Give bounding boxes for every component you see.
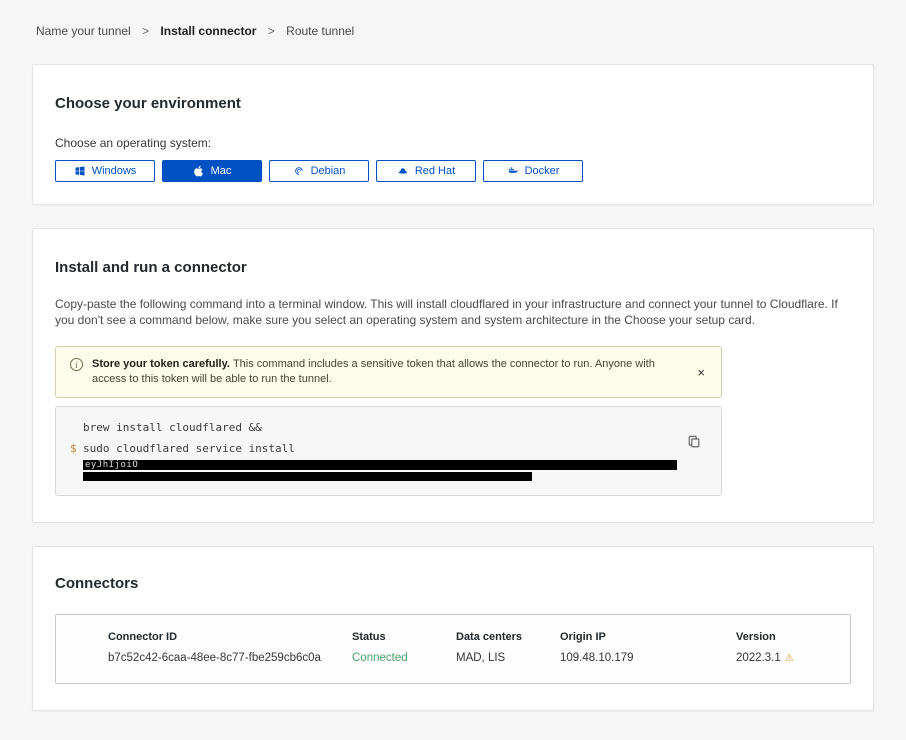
status-badge: Connected — [352, 652, 456, 664]
install-command-codeblock: brew install cloudflared && $ sudo cloud… — [55, 406, 722, 496]
connectors-table: Connector ID Status Data centers Origin … — [55, 614, 851, 684]
code-line-1: brew install cloudflared && — [56, 420, 721, 436]
warning-text: Store your token carefully.This command … — [92, 357, 684, 387]
redhat-fedora-icon — [397, 165, 409, 177]
os-button-redhat[interactable]: Red Hat — [376, 160, 476, 182]
version-cell: 2022.3.1 ⚠ — [736, 652, 850, 664]
redacted-token-line-1: eyJhIjoiO — [56, 459, 721, 470]
redaction-bar — [83, 472, 532, 481]
redaction-bar: eyJhIjoiO — [83, 460, 677, 470]
breadcrumb: Name your tunnel > Install connector > R… — [0, 0, 906, 38]
os-button-debian[interactable]: Debian — [269, 160, 369, 182]
os-button-label: Windows — [92, 165, 137, 177]
debian-swirl-icon — [293, 165, 305, 177]
os-button-docker[interactable]: Docker — [483, 160, 583, 182]
shell-prompt-icon: $ — [70, 441, 77, 457]
docker-whale-icon — [507, 165, 519, 177]
install-card: Install and run a connector Copy-paste t… — [32, 228, 874, 523]
column-header-version: Version — [736, 631, 850, 643]
table-header-row: Connector ID Status Data centers Origin … — [108, 631, 850, 643]
version-value: 2022.3.1 — [736, 652, 781, 664]
connectors-card-title: Connectors — [55, 575, 851, 592]
breadcrumb-step-route-tunnel[interactable]: Route tunnel — [286, 24, 354, 38]
apple-icon — [193, 165, 205, 177]
os-button-label: Docker — [525, 165, 560, 177]
install-card-title: Install and run a connector — [55, 259, 851, 276]
windows-icon — [74, 165, 86, 177]
os-button-mac[interactable]: Mac — [162, 160, 262, 182]
environment-card: Choose your environment Choose an operat… — [32, 64, 874, 205]
os-button-label: Red Hat — [415, 165, 455, 177]
table-row: b7c52c42-6caa-48ee-8c77-fbe259cb6c0a Con… — [108, 652, 850, 664]
install-description: Copy-paste the following command into a … — [55, 296, 851, 328]
breadcrumb-separator: > — [268, 24, 275, 38]
os-button-windows[interactable]: Windows — [55, 160, 155, 182]
breadcrumb-step-name-your-tunnel[interactable]: Name your tunnel — [36, 24, 131, 38]
info-icon: i — [70, 358, 83, 371]
os-button-label: Mac — [211, 165, 232, 177]
redacted-token-line-2 — [56, 470, 721, 481]
os-button-label: Debian — [311, 165, 346, 177]
close-warning-button[interactable]: × — [693, 366, 709, 379]
token-prefix: eyJhIjoiO — [83, 460, 138, 470]
origin-ip-cell: 109.48.10.179 — [560, 652, 736, 664]
code-text: brew install cloudflared && — [83, 421, 262, 434]
column-header-connector-id: Connector ID — [108, 631, 352, 643]
column-header-origin-ip: Origin IP — [560, 631, 736, 643]
connector-id-cell: b7c52c42-6caa-48ee-8c77-fbe259cb6c0a — [108, 652, 352, 664]
code-text: sudo cloudflared service install — [83, 442, 295, 455]
version-warning-icon: ⚠ — [785, 653, 794, 664]
environment-card-title: Choose your environment — [55, 95, 851, 112]
breadcrumb-separator: > — [142, 24, 149, 38]
copy-command-button[interactable] — [685, 433, 703, 454]
os-button-row: Windows Mac Debian Red Hat Docker — [55, 160, 851, 182]
warning-title: Store your token carefully. — [92, 358, 230, 370]
code-line-2: $ sudo cloudflared service install — [56, 441, 721, 457]
copy-icon — [687, 437, 701, 452]
column-header-status: Status — [352, 631, 456, 643]
column-header-data-centers: Data centers — [456, 631, 560, 643]
os-select-label: Choose an operating system: — [55, 136, 851, 150]
connectors-card: Connectors Connector ID Status Data cent… — [32, 546, 874, 711]
token-warning-banner: i Store your token carefully.This comman… — [55, 346, 722, 398]
breadcrumb-step-install-connector[interactable]: Install connector — [160, 24, 256, 38]
data-centers-cell: MAD, LIS — [456, 652, 560, 664]
